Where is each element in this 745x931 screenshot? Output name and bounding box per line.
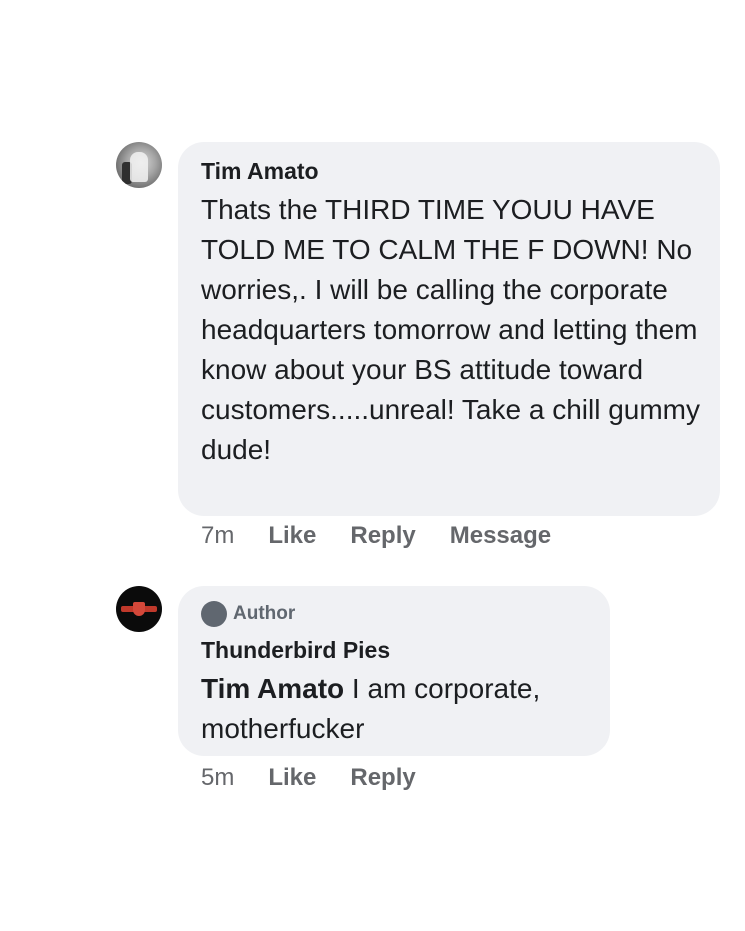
comment-text: Thats the THIRD TIME YOUU HAVE TOLD ME T… [201, 194, 701, 465]
reply-button[interactable]: Reply [350, 764, 415, 792]
mention-link[interactable]: Tim Amato [201, 673, 344, 704]
like-button[interactable]: Like [268, 764, 316, 792]
comment-actions: 5m Like Reply [201, 764, 450, 792]
reply-button[interactable]: Reply [350, 522, 415, 550]
comment-text: Tim Amato I am corporate, motherfucker [201, 669, 601, 749]
author-badge: Author [201, 601, 295, 627]
author-badge-label: Author [233, 603, 296, 624]
author-name[interactable]: Tim Amato [201, 158, 319, 185]
thunderbird-logo-body [133, 602, 145, 616]
avatar[interactable] [116, 142, 162, 188]
avatar[interactable] [116, 586, 162, 632]
comment-actions: 7m Like Reply Message [201, 522, 585, 550]
timestamp[interactable]: 5m [201, 764, 234, 792]
author-name[interactable]: Thunderbird Pies [201, 637, 390, 664]
message-button[interactable]: Message [450, 522, 551, 550]
timestamp[interactable]: 7m [201, 522, 234, 550]
avatar-figure-light [130, 152, 148, 182]
like-button[interactable]: Like [268, 522, 316, 550]
author-badge-icon [201, 601, 227, 627]
